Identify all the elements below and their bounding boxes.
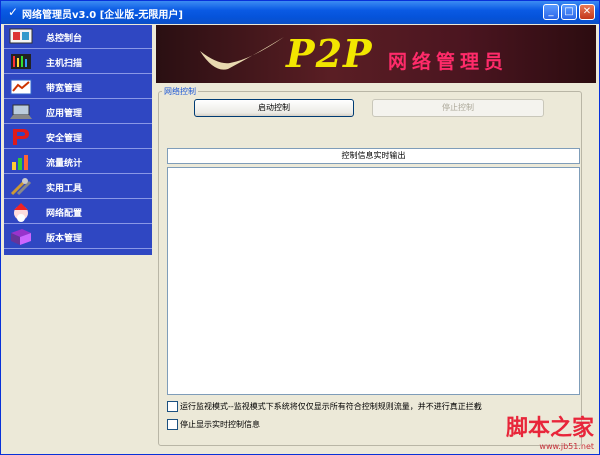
minimize-button[interactable]: _ xyxy=(543,4,559,20)
host-scan-icon xyxy=(11,54,31,69)
checkmark-logo-icon xyxy=(200,37,284,70)
sidebar-item-bandwidth[interactable]: 带宽管理 xyxy=(4,75,152,99)
minimize-icon: _ xyxy=(548,6,554,17)
security-p-icon xyxy=(13,129,29,145)
stop-control-button[interactable]: 停止控制 xyxy=(372,99,544,117)
monitor-mode-label: 运行监视模式--监视模式下系统将仅仅显示所有符合控制规则流量，并不进行真正拦截 xyxy=(180,402,482,411)
sidebar-item-label: 总控制台 xyxy=(46,34,83,44)
sidebar-item-network[interactable]: 网络配置 xyxy=(4,200,152,224)
santa-icon xyxy=(14,203,28,222)
sidebar-item-label: 应用管理 xyxy=(46,109,83,119)
sidebar-item-console[interactable]: 总控制台 xyxy=(4,25,152,49)
console-icon xyxy=(9,28,33,44)
chart-icon xyxy=(12,155,28,170)
output-log[interactable] xyxy=(167,167,580,395)
sidebar-item-label: 流量统计 xyxy=(46,159,83,169)
sidebar-item-traffic[interactable]: 流量统计 xyxy=(4,150,152,174)
laptop-icon xyxy=(10,104,32,119)
title-bar[interactable]: ✓ 网络管理员v3.0 [企业版-无限用户] _ □ ✕ xyxy=(1,1,599,24)
sidebar-item-label: 版本管理 xyxy=(46,234,83,244)
sidebar-item-label: 安全管理 xyxy=(46,134,83,144)
bandwidth-icon xyxy=(10,79,32,95)
sidebar-nav: 总控制台 主机扫描 带宽管理 应用管理 安全管理 流量统计 实用工具 网络配置 … xyxy=(4,25,152,255)
maximize-icon: □ xyxy=(564,6,574,17)
close-icon: ✕ xyxy=(582,6,592,17)
window-title: 网络管理员v3.0 [企业版-无限用户] xyxy=(22,10,184,21)
book-icon xyxy=(11,229,31,245)
sidebar-item-label: 主机扫描 xyxy=(46,59,83,69)
sidebar-item-host-scan[interactable]: 主机扫描 xyxy=(4,50,152,74)
watermark: 脚本之家 www.jb51.net xyxy=(506,410,594,451)
sidebar-item-label: 实用工具 xyxy=(46,184,83,194)
banner: P2P 网络管理员 xyxy=(156,25,596,83)
watermark-text: 脚本之家 xyxy=(505,415,594,441)
tools-icon xyxy=(10,178,32,196)
checkmark-app-icon: ✓ xyxy=(7,5,19,19)
sidebar-item-app[interactable]: 应用管理 xyxy=(4,100,152,124)
close-button[interactable]: ✕ xyxy=(579,4,595,20)
sidebar-item-label: 带宽管理 xyxy=(46,84,83,94)
watermark-url: www.jb51.net xyxy=(539,442,594,451)
banner-logo: P2P xyxy=(286,31,373,76)
sidebar-item-tools[interactable]: 实用工具 xyxy=(4,175,152,199)
maximize-button[interactable]: □ xyxy=(561,4,577,20)
banner-subtitle: 网络管理员 xyxy=(388,51,509,73)
group-title: 网络控制 xyxy=(162,86,198,97)
stop-display-label: 停止显示实时控制信息 xyxy=(180,420,260,429)
monitor-mode-checkbox[interactable] xyxy=(167,401,178,412)
sidebar-item-version[interactable]: 版本管理 xyxy=(4,225,152,249)
start-control-button[interactable]: 启动控制 xyxy=(194,99,354,117)
sidebar-item-label: 网络配置 xyxy=(46,209,83,219)
stop-display-checkbox[interactable] xyxy=(167,419,178,430)
sidebar-item-security[interactable]: 安全管理 xyxy=(4,125,152,149)
output-header: 控制信息实时输出 xyxy=(167,148,580,164)
